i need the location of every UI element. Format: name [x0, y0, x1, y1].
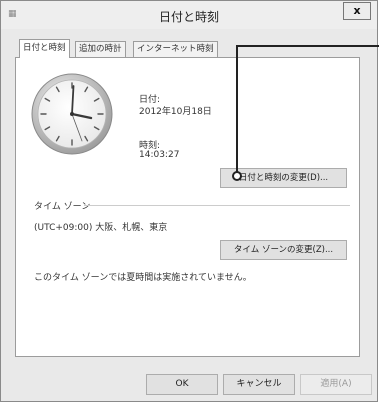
timezone-value: (UTC+09:00) 大阪、札幌、東京 — [34, 223, 168, 233]
analog-clock — [31, 73, 113, 155]
callout-line-vertical — [236, 45, 238, 173]
date-value: 2012年10月18日 — [139, 107, 212, 117]
date-time-dialog: ▦ 日付と時刻 x 日付と時刻 追加の時計 インターネット時刻 日付: 2012… — [0, 0, 379, 402]
window-title: 日付と時刻 — [158, 10, 219, 24]
change-timezone-button[interactable]: タイム ゾーンの変更(Z)... — [220, 240, 347, 260]
time-value: 14:03:27 — [139, 150, 180, 160]
timezone-section-label: タイム ゾーン — [34, 202, 91, 212]
ok-button[interactable]: OK — [146, 374, 218, 395]
tab-date-time[interactable]: 日付と時刻 — [19, 39, 70, 58]
cancel-button[interactable]: キャンセル — [223, 374, 295, 395]
date-time-panel: 日付: 2012年10月18日 時刻: 14:03:27 日付と時刻の変更(D)… — [15, 57, 360, 357]
dst-note: このタイム ゾーンでは夏時間は実施されていません。 — [34, 273, 252, 283]
timezone-divider — [84, 205, 350, 206]
apply-button[interactable]: 適用(A) — [300, 374, 372, 395]
tab-additional-clocks[interactable]: 追加の時計 — [75, 41, 126, 57]
close-button[interactable]: x — [343, 2, 371, 20]
tab-internet-time[interactable]: インターネット時刻 — [133, 41, 218, 57]
callout-line-horizontal — [236, 45, 379, 47]
callout-marker — [232, 171, 242, 181]
title-bar: ▦ 日付と時刻 x — [1, 1, 377, 29]
